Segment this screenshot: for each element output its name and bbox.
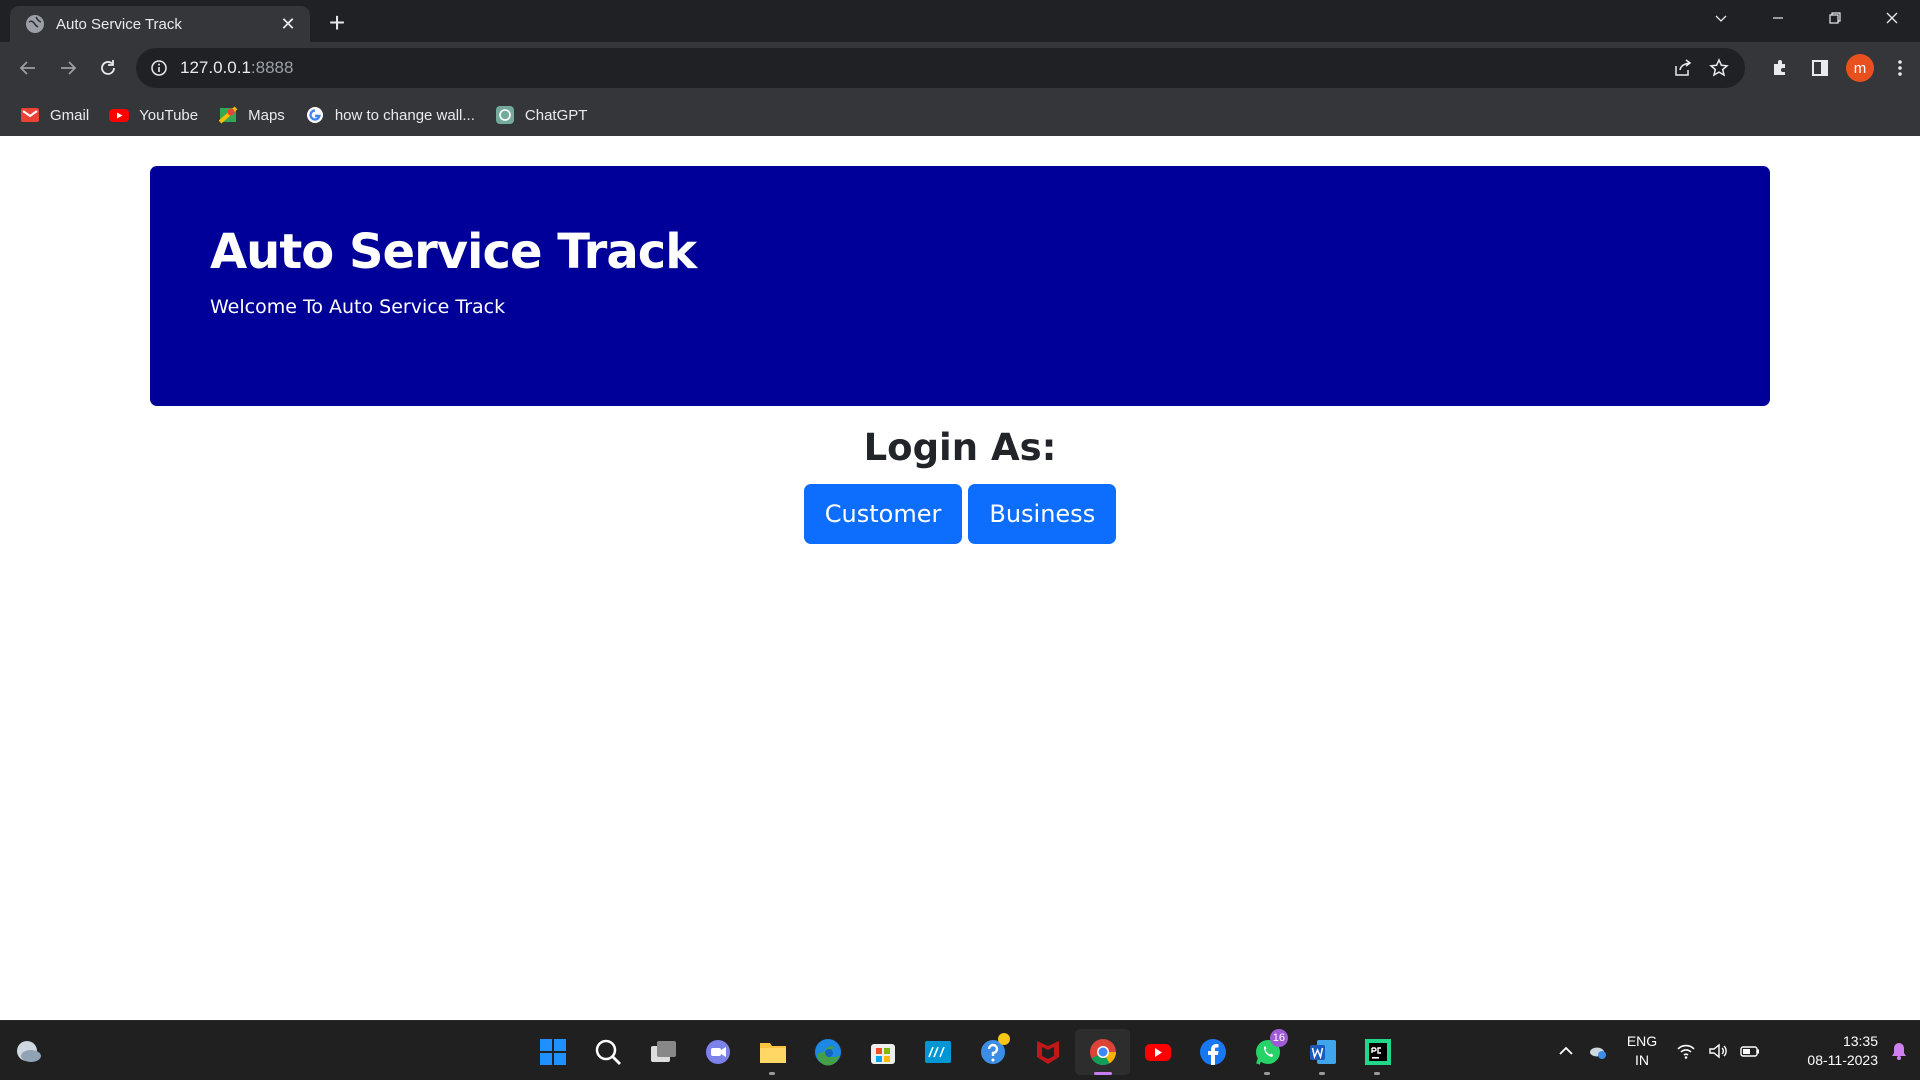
more-menu-icon[interactable] — [1880, 50, 1920, 86]
page-title: Auto Service Track — [210, 224, 697, 280]
youtube-icon[interactable] — [1130, 1029, 1185, 1075]
mcafee-icon[interactable] — [1020, 1029, 1075, 1075]
youtube-icon — [109, 106, 130, 124]
chevron-up-icon[interactable] — [1550, 1031, 1582, 1071]
whatsapp-icon[interactable]: 16 — [1240, 1029, 1295, 1075]
bookmark-gmail[interactable]: Gmail — [14, 99, 97, 131]
share-icon[interactable] — [1673, 58, 1693, 78]
file-explorer-icon[interactable] — [745, 1029, 800, 1075]
task-view-icon[interactable] — [635, 1029, 690, 1075]
url-host: 127.0.0.1 — [180, 58, 251, 77]
weather-icon[interactable] — [14, 1037, 44, 1067]
clock[interactable]: 13:35 08-11-2023 — [1778, 1032, 1878, 1070]
business-login-button[interactable]: Business — [968, 484, 1117, 544]
browser-toolbar: 127.0.0.1:8888 m — [0, 42, 1920, 94]
page-subtitle: Welcome To Auto Service Track — [210, 296, 506, 318]
chrome-icon[interactable] — [1075, 1029, 1130, 1075]
close-icon[interactable]: ✕ — [278, 14, 298, 34]
window-controls — [1692, 0, 1920, 36]
side-panel-icon[interactable] — [1800, 50, 1840, 86]
tab-strip: Auto Service Track ✕ + — [0, 0, 1920, 42]
system-tray: ENG IN 13:35 08-11-2023 — [1550, 1021, 1920, 1080]
bookmark-maps[interactable]: Maps — [212, 99, 293, 131]
onedrive-icon[interactable] — [1582, 1031, 1614, 1071]
bookmark-google-search[interactable]: how to change wall... — [299, 99, 483, 131]
tab-title: Auto Service Track — [56, 15, 182, 33]
word-icon[interactable] — [1295, 1029, 1350, 1075]
info-icon[interactable] — [150, 59, 168, 77]
chatgpt-icon — [495, 106, 515, 124]
store-icon[interactable] — [855, 1029, 910, 1075]
extensions-icon[interactable] — [1760, 50, 1800, 86]
notification-bell-icon[interactable] — [1878, 1041, 1920, 1061]
address-bar[interactable]: 127.0.0.1:8888 — [136, 48, 1745, 88]
forward-arrow-icon[interactable] — [52, 52, 84, 84]
facebook-icon[interactable] — [1185, 1029, 1240, 1075]
reload-icon[interactable] — [92, 52, 124, 84]
bookmark-star-icon[interactable] — [1709, 58, 1729, 78]
url-port: :8888 — [250, 58, 294, 77]
profile-avatar[interactable]: m — [1840, 50, 1880, 86]
login-heading: Login As: — [863, 426, 1057, 469]
hero-banner: Auto Service Track Welcome To Auto Servi… — [150, 166, 1770, 406]
start-icon[interactable] — [525, 1029, 580, 1075]
login-button-group: Customer Business — [0, 484, 1920, 544]
bookmark-youtube[interactable]: YouTube — [103, 99, 206, 131]
bookmarks-bar: Gmail YouTube Maps how to change wall...… — [0, 94, 1920, 136]
customer-login-button[interactable]: Customer — [803, 484, 963, 544]
edge-icon[interactable] — [800, 1029, 855, 1075]
plus-icon[interactable]: + — [322, 9, 352, 39]
clock-time: 13:35 — [1842, 1033, 1878, 1049]
page-viewport: Auto Service Track Welcome To Auto Servi… — [0, 136, 1920, 1020]
globe-icon — [26, 15, 44, 33]
close-icon[interactable] — [1863, 0, 1920, 36]
gmail-icon — [20, 106, 40, 124]
clock-date: 08-11-2023 — [1807, 1052, 1878, 1068]
minimize-icon[interactable] — [1749, 0, 1806, 36]
back-arrow-icon[interactable] — [12, 52, 44, 84]
browser-tab[interactable]: Auto Service Track ✕ — [10, 6, 310, 42]
search-icon[interactable] — [580, 1029, 635, 1075]
battery-icon[interactable] — [1734, 1031, 1766, 1071]
teams-chat-icon[interactable] — [690, 1029, 745, 1075]
notification-badge: 16 — [1269, 1029, 1288, 1047]
bookmark-chatgpt[interactable]: ChatGPT — [489, 99, 596, 131]
language-indicator[interactable]: ENG IN — [1614, 1032, 1670, 1070]
windows-taskbar: 16 ENG IN 13:35 08-11-2023 — [0, 1020, 1920, 1080]
maps-icon — [218, 106, 238, 124]
taskbar-apps: 16 — [525, 1029, 1405, 1075]
google-icon — [305, 106, 325, 124]
chevron-down-icon[interactable] — [1692, 0, 1749, 36]
restore-icon[interactable] — [1806, 0, 1863, 36]
pycharm-icon[interactable] — [1350, 1029, 1405, 1075]
wifi-icon[interactable] — [1670, 1031, 1702, 1071]
help-icon[interactable] — [965, 1029, 1020, 1075]
volume-icon[interactable] — [1702, 1031, 1734, 1071]
myhp-icon[interactable] — [910, 1029, 965, 1075]
